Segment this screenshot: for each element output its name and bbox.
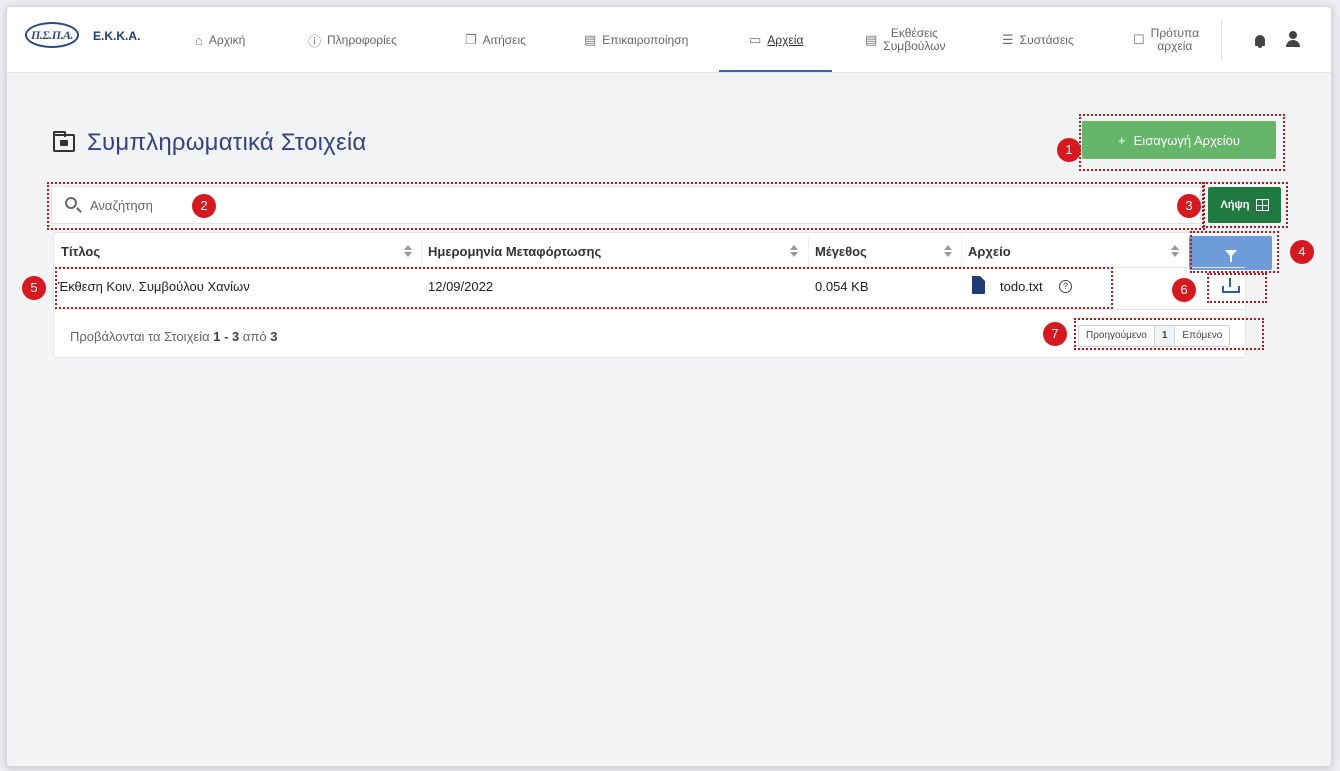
nav-item-files[interactable]: ▭ Αρχεία <box>749 7 803 73</box>
app-window: Π.Σ.Π.Α. Ε.Κ.Κ.Α. ⌂ Αρχική ⓘ Πληροφορίες… <box>6 6 1332 767</box>
footer-prefix: Προβάλονται τα Στοιχεία <box>70 329 210 344</box>
user-icon-head <box>1289 31 1297 39</box>
annotation-badge-7: 7 <box>1043 322 1067 346</box>
search-icon <box>65 197 77 209</box>
nav-item-label-line1: Πρότυπα <box>1150 26 1200 40</box>
nav-item-recommendations[interactable]: ☰ Συστάσεις <box>1002 7 1074 73</box>
column-header-label: Αρχείο <box>968 243 1011 259</box>
column-header-label: Τίτλος <box>61 243 101 259</box>
column-divider <box>421 237 422 267</box>
copy-icon: ❐ <box>465 32 477 47</box>
nav-item-reports[interactable]: ▤ Εκθέσεις Συμβούλων <box>865 7 946 73</box>
nav-item-update[interactable]: ▤ Επικαιροποίηση <box>584 7 688 73</box>
nav-item-label-line2: αρχεία <box>1157 39 1193 53</box>
annotation-badge-6: 6 <box>1172 278 1196 302</box>
nav-item-label: Πληροφορίες <box>327 33 397 47</box>
highlight-box-7 <box>1074 318 1264 350</box>
sort-icon[interactable] <box>1171 245 1179 257</box>
annotation-badge-1: 1 <box>1057 138 1081 162</box>
highlight-box-4 <box>1190 231 1279 273</box>
column-header-label: Μέγεθος <box>815 243 867 259</box>
excel-download-button[interactable]: Λήψη <box>1208 187 1281 223</box>
footer-total: 3 <box>270 329 278 344</box>
highlight-box-6 <box>1207 273 1267 303</box>
plus-icon: + <box>1118 132 1126 148</box>
column-header-title[interactable]: Τίτλος <box>61 239 100 263</box>
column-divider <box>961 237 962 267</box>
nav-item-label: Αρχική <box>208 33 246 47</box>
annotation-badge-4: 4 <box>1290 240 1314 264</box>
annotation-badge-2: 2 <box>192 194 216 218</box>
active-tab-indicator <box>719 70 832 72</box>
file-icon: ☐ <box>1133 32 1145 47</box>
logo[interactable]: Π.Σ.Π.Α. <box>25 22 79 48</box>
highlight-box-5 <box>55 267 1113 309</box>
nav-divider <box>1221 19 1222 61</box>
page-title: Συμπληρωματικά Στοιχεία <box>87 129 367 156</box>
add-file-button[interactable]: + Εισαγωγή Αρχείου <box>1082 121 1276 159</box>
folder-icon: ▭ <box>749 32 762 47</box>
excel-icon <box>1255 199 1269 211</box>
nav-item-applications[interactable]: ❐ Αιτήσεις <box>465 7 526 73</box>
annotation-badge-5: 5 <box>22 276 46 300</box>
user-icon[interactable] <box>1286 31 1300 47</box>
table-row-divider <box>54 309 1245 310</box>
column-divider <box>808 237 809 267</box>
nav-item-templates[interactable]: ☐ Πρότυπα αρχεία <box>1133 7 1199 73</box>
column-header-label: Ημερομηνία Μεταφόρτωσης <box>428 243 602 259</box>
nav-item-label-line1: Εκθέσεις <box>890 26 938 40</box>
footer-of: από <box>239 329 271 344</box>
home-icon: ⌂ <box>195 32 203 48</box>
nav-item-label: Επικαιροποίηση <box>602 33 689 47</box>
nav-item-home[interactable]: ⌂ Αρχική <box>195 7 245 73</box>
clipboard-icon: ▤ <box>584 32 597 47</box>
table-footer-info: Προβάλονται τα Στοιχεία 1 - 3 από 3 <box>70 329 277 344</box>
info-icon: ⓘ <box>308 33 322 49</box>
column-header-file[interactable]: Αρχείο <box>968 239 1011 263</box>
footer-dash: - <box>220 329 233 344</box>
nav-item-label: Αρχεία <box>767 33 804 47</box>
nav-item-label-line2: Συμβούλων <box>883 39 946 53</box>
top-navbar: Π.Σ.Π.Α. Ε.Κ.Κ.Α. ⌂ Αρχική ⓘ Πληροφορίες… <box>7 7 1331 73</box>
excel-download-label: Λήψη <box>1220 199 1250 211</box>
column-header-upload-date[interactable]: Ημερομηνία Μεταφόρτωσης <box>428 239 601 263</box>
sort-icon[interactable] <box>404 245 412 257</box>
page-header: Συμπληρωματικά Στοιχεία <box>53 129 366 157</box>
sort-icon[interactable] <box>944 245 952 257</box>
folder-icon <box>53 131 75 152</box>
user-icon-body <box>1286 40 1300 47</box>
nav-item-label: Εκθέσεις Συμβούλων <box>883 27 945 53</box>
search-input[interactable] <box>90 195 1180 215</box>
annotation-badge-3: 3 <box>1177 194 1201 218</box>
checklist-icon: ☰ <box>1002 32 1014 47</box>
nav-item-label: Συστάσεις <box>1019 33 1074 47</box>
column-header-size[interactable]: Μέγεθος <box>815 239 867 263</box>
brand-name[interactable]: Ε.Κ.Κ.Α. <box>93 29 140 43</box>
nav-item-label: Πρότυπα αρχεία <box>1151 27 1199 53</box>
search-bar[interactable] <box>51 186 1201 224</box>
sort-icon[interactable] <box>790 245 798 257</box>
bell-icon[interactable] <box>1255 35 1265 48</box>
document-icon: ▤ <box>865 32 878 47</box>
add-file-label: Εισαγωγή Αρχείου <box>1133 132 1240 148</box>
nav-item-info[interactable]: ⓘ Πληροφορίες <box>308 7 397 73</box>
nav-item-label: Αιτήσεις <box>482 33 526 47</box>
